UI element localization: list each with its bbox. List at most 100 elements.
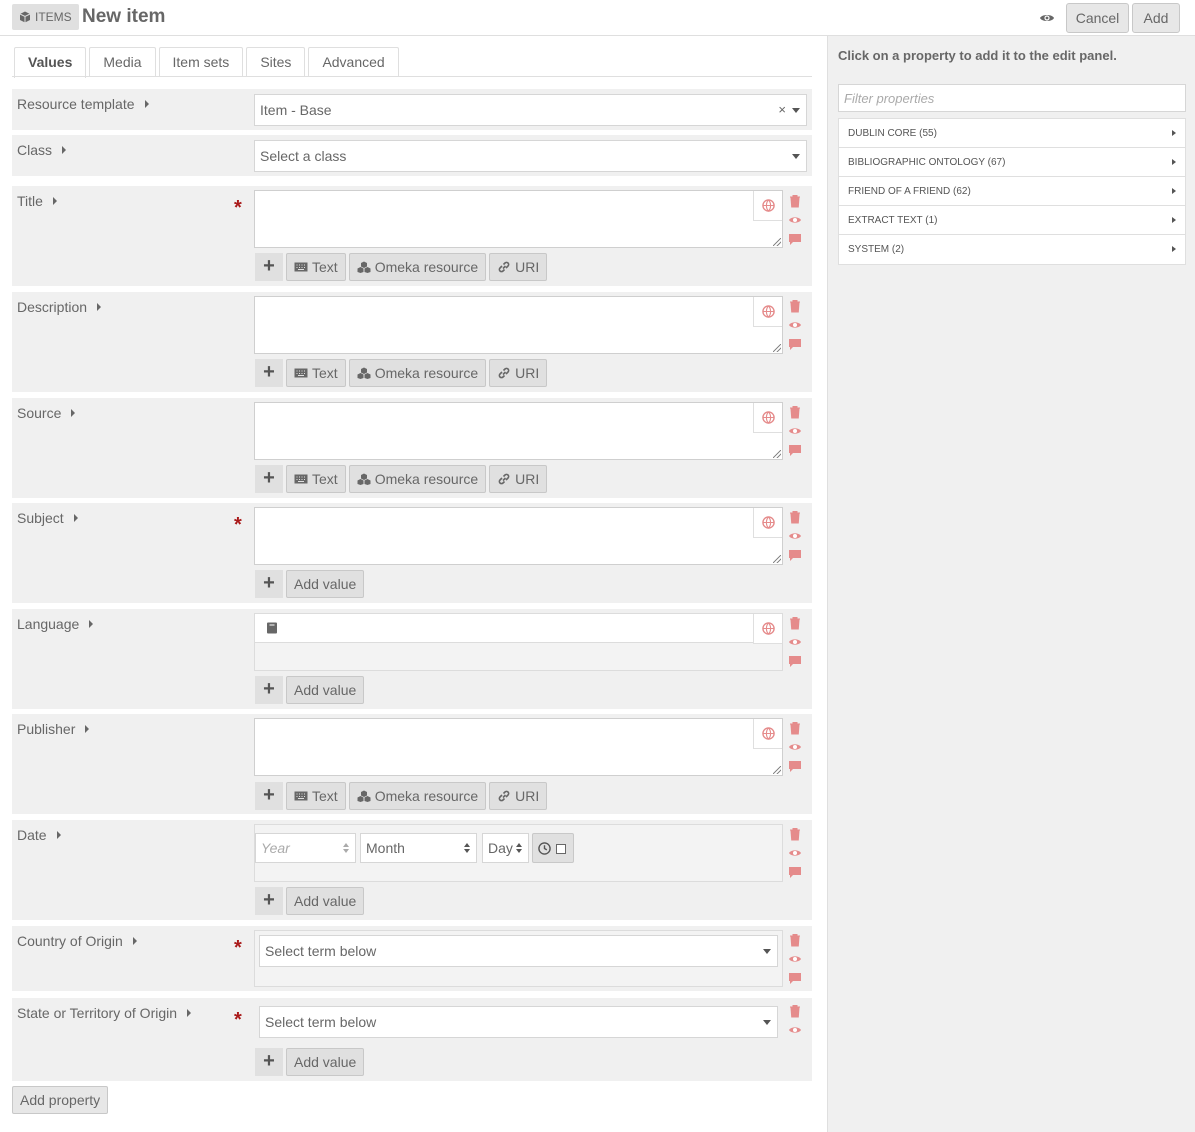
cancel-button[interactable]: Cancel — [1066, 3, 1129, 33]
value-textarea[interactable] — [254, 296, 783, 354]
omeka-resource-button[interactable]: Omeka resource — [348, 465, 487, 493]
resource-template-label[interactable]: Resource template — [17, 96, 149, 112]
property-label[interactable]: Language — [17, 616, 94, 632]
eye-icon[interactable] — [1039, 10, 1055, 26]
eye-icon[interactable] — [788, 318, 802, 332]
day-select[interactable]: Day — [482, 833, 529, 863]
eye-icon[interactable] — [788, 1023, 802, 1037]
language-button[interactable] — [753, 191, 782, 221]
trash-icon[interactable] — [788, 405, 802, 419]
time-checkbox[interactable] — [556, 844, 566, 854]
eye-icon[interactable] — [788, 529, 802, 543]
vocab-friend-of-a-friend[interactable]: FRIEND OF A FRIEND (62) — [839, 177, 1185, 206]
value-textarea[interactable] — [254, 507, 783, 565]
omeka-resource-button[interactable]: Omeka resource — [348, 359, 487, 387]
resize-grip[interactable] — [773, 555, 781, 563]
text-value-button[interactable]: Text — [286, 359, 346, 387]
tab-values[interactable]: Values — [14, 47, 87, 78]
filter-properties-input[interactable] — [838, 84, 1186, 112]
comment-icon[interactable] — [788, 865, 802, 879]
stepper-icon[interactable] — [342, 842, 350, 854]
value-textarea[interactable] — [254, 190, 783, 248]
vocab-bibliographic-ontology[interactable]: BIBLIOGRAPHIC ONTOLOGY (67) — [839, 148, 1185, 177]
add-value-plus-button[interactable]: + — [255, 1048, 283, 1076]
tab-advanced[interactable]: Advanced — [308, 47, 399, 77]
comment-icon[interactable] — [788, 654, 802, 668]
eye-icon[interactable] — [788, 740, 802, 754]
eye-icon[interactable] — [788, 846, 802, 860]
comment-icon[interactable] — [788, 232, 802, 246]
eye-icon[interactable] — [788, 424, 802, 438]
add-value-plus-button[interactable]: + — [255, 465, 283, 493]
trash-icon[interactable] — [788, 299, 802, 313]
eye-icon[interactable] — [788, 952, 802, 966]
property-label[interactable]: Country of Origin — [17, 933, 137, 949]
add-value-button[interactable]: Add value — [286, 570, 365, 598]
language-button[interactable] — [753, 297, 782, 327]
state-term-select[interactable]: Select term below — [259, 1006, 778, 1038]
clear-icon[interactable]: × — [778, 95, 786, 125]
omeka-resource-button[interactable]: Omeka resource — [348, 782, 487, 810]
add-button[interactable]: Add — [1132, 3, 1180, 33]
add-value-button[interactable]: Add value — [286, 887, 365, 915]
trash-icon[interactable] — [788, 1004, 802, 1018]
property-label[interactable]: Source — [17, 405, 76, 421]
add-value-plus-button[interactable]: + — [255, 887, 283, 915]
value-textarea[interactable] — [254, 402, 783, 460]
resize-grip[interactable] — [773, 238, 781, 246]
trash-icon[interactable] — [788, 933, 802, 947]
resize-grip[interactable] — [773, 450, 781, 458]
value-textarea[interactable] — [254, 718, 783, 776]
tab-media[interactable]: Media — [89, 47, 156, 77]
property-label[interactable]: Subject — [17, 510, 78, 526]
class-select[interactable]: Select a class — [254, 140, 807, 172]
text-value-button[interactable]: Text — [286, 465, 346, 493]
year-input[interactable]: Year — [255, 833, 356, 863]
month-select[interactable]: Month — [360, 833, 477, 863]
class-label[interactable]: Class — [17, 142, 67, 158]
tab-sites[interactable]: Sites — [246, 47, 306, 77]
language-button[interactable] — [753, 614, 782, 644]
omeka-resource-button[interactable]: Omeka resource — [348, 253, 487, 281]
trash-icon[interactable] — [788, 510, 802, 524]
country-term-select[interactable]: Select term below — [259, 935, 778, 967]
property-label[interactable]: Title — [17, 193, 57, 209]
vocab-system[interactable]: SYSTEM (2) — [839, 235, 1185, 264]
comment-icon[interactable] — [788, 443, 802, 457]
resource-template-select[interactable]: Item - Base × — [254, 94, 807, 126]
add-value-plus-button[interactable]: + — [255, 253, 283, 281]
resize-grip[interactable] — [773, 344, 781, 352]
comment-icon[interactable] — [788, 759, 802, 773]
language-button[interactable] — [753, 508, 782, 538]
add-property-button[interactable]: Add property — [12, 1086, 109, 1114]
comment-icon[interactable] — [788, 548, 802, 562]
add-value-plus-button[interactable]: + — [255, 782, 283, 810]
property-label[interactable]: Description — [17, 299, 102, 315]
uri-value-button[interactable]: URI — [489, 465, 548, 493]
resource-picker[interactable] — [255, 614, 754, 643]
language-button[interactable] — [753, 403, 782, 433]
section-badge[interactable]: ITEMS — [12, 4, 79, 30]
text-value-button[interactable]: Text — [286, 253, 346, 281]
trash-icon[interactable] — [788, 827, 802, 841]
property-label[interactable]: State or Territory of Origin — [17, 1005, 192, 1021]
add-value-button[interactable]: Add value — [286, 676, 365, 704]
property-label[interactable]: Publisher — [17, 721, 90, 737]
vocab-dublin-core[interactable]: DUBLIN CORE (55) — [839, 119, 1185, 148]
comment-icon[interactable] — [788, 337, 802, 351]
trash-icon[interactable] — [788, 721, 802, 735]
add-value-plus-button[interactable]: + — [255, 359, 283, 387]
tab-item-sets[interactable]: Item sets — [158, 47, 244, 77]
add-value-button[interactable]: Add value — [286, 1048, 365, 1076]
eye-icon[interactable] — [788, 213, 802, 227]
text-value-button[interactable]: Text — [286, 782, 346, 810]
add-value-plus-button[interactable]: + — [255, 676, 283, 704]
vocab-extract-text[interactable]: EXTRACT TEXT (1) — [839, 206, 1185, 235]
uri-value-button[interactable]: URI — [489, 359, 548, 387]
uri-value-button[interactable]: URI — [489, 253, 548, 281]
add-value-plus-button[interactable]: + — [255, 570, 283, 598]
time-toggle[interactable] — [532, 833, 574, 863]
trash-icon[interactable] — [788, 616, 802, 630]
resize-grip[interactable] — [773, 766, 781, 774]
eye-icon[interactable] — [788, 635, 802, 649]
